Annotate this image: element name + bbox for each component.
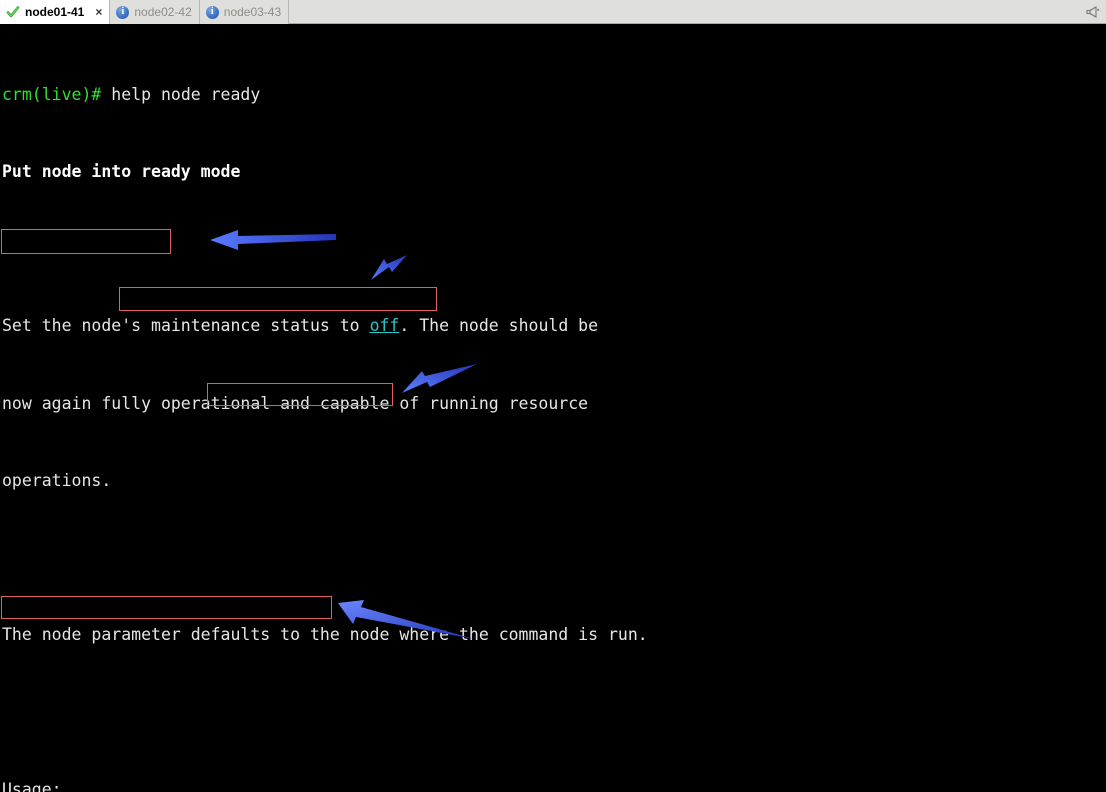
- check-icon: [6, 5, 20, 19]
- terminal-screen[interactable]: crm(live)# help node ready Put node into…: [0, 25, 1106, 792]
- scroll-lock-icon[interactable]: [1078, 0, 1106, 23]
- tab-bar-empty-space: [289, 0, 1078, 23]
- info-icon: [205, 5, 219, 19]
- tab-node03-43[interactable]: node03-43: [199, 0, 290, 24]
- tab-close-icon[interactable]: ×: [95, 6, 102, 18]
- tab-node02-42[interactable]: node02-42: [110, 0, 200, 24]
- terminal-line-help-title: Put node into ready mode: [2, 162, 241, 182]
- tab-bar: node01-41 × node02-42 node03-43: [0, 0, 1106, 24]
- tab-label: node03-43: [223, 5, 282, 19]
- terminal-line-usage-label: Usage:: [2, 779, 62, 792]
- off-keyword: off: [369, 316, 400, 336]
- terminal-line-help-body-3: operations.: [2, 470, 112, 490]
- terminal-line-help-command: crm(live)# help node ready: [2, 84, 261, 104]
- info-icon: [116, 5, 130, 19]
- tab-label: node01-41: [25, 5, 85, 19]
- terminal-line-help-body-4: The node parameter defaults to the node …: [2, 625, 648, 645]
- shell-prompt: crm(live)#: [2, 84, 102, 104]
- terminal-line-help-body-2: now again fully operational and capable …: [2, 393, 589, 413]
- tab-label: node02-42: [134, 5, 192, 19]
- tab-node01-41[interactable]: node01-41 ×: [0, 0, 111, 24]
- terminal-output: crm(live)# help node ready Put node into…: [0, 25, 846, 792]
- terminal-line-help-body-1: Set the node's maintenance status to off…: [2, 316, 599, 336]
